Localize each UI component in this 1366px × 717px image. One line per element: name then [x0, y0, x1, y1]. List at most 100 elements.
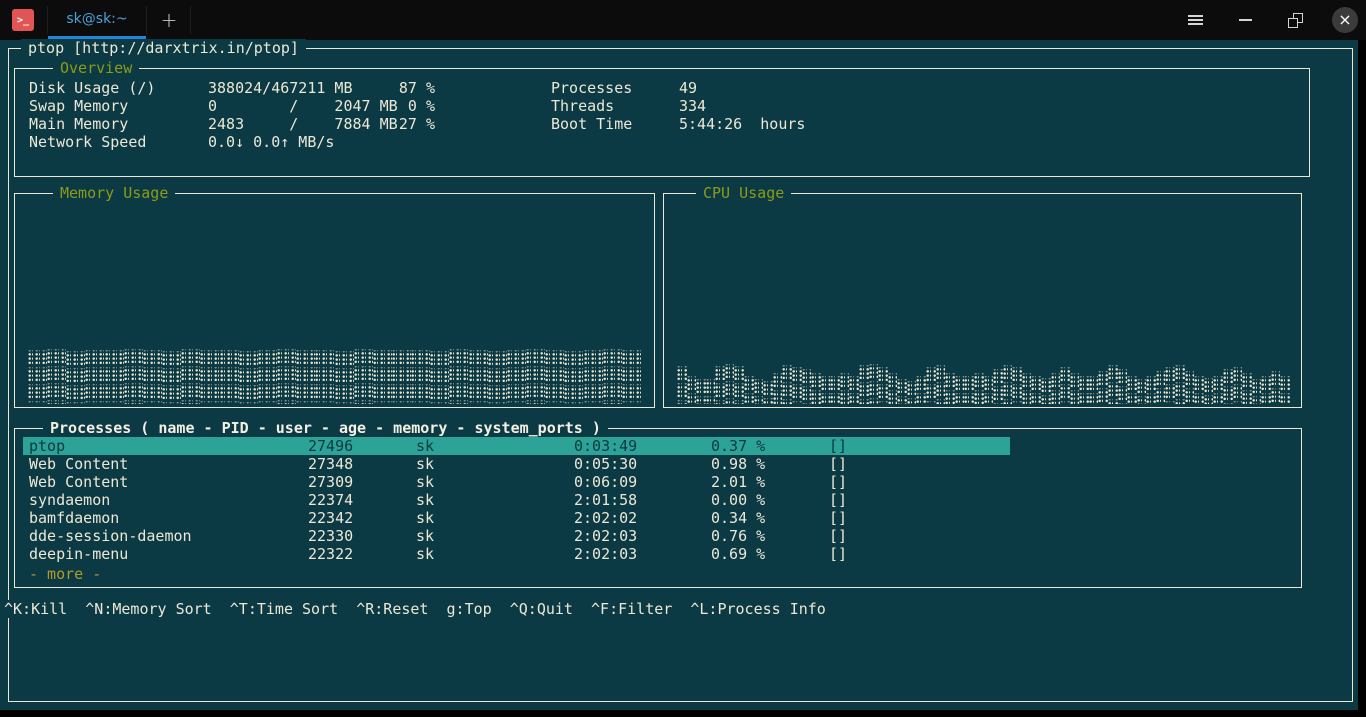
process-row[interactable]: Web Content27348sk0:05:300.98 %[] — [23, 455, 1010, 473]
memory-usage-bar — [526, 347, 545, 404]
process-user: sk — [416, 527, 434, 545]
process-name: dde-session-daemon — [29, 527, 192, 545]
process-row[interactable]: dde-session-daemon22330sk2:02:030.76 %[] — [23, 527, 1010, 545]
cpu-usage-bar — [955, 374, 965, 404]
close-icon[interactable]: × — [1332, 7, 1358, 33]
process-pid: 22322 — [308, 545, 353, 563]
memory-usage-bar — [564, 349, 583, 404]
memory-usage-panel: Memory Usage — [14, 193, 655, 408]
process-pid: 22374 — [308, 491, 353, 509]
cpu-usage-bar — [687, 374, 697, 404]
cpu-usage-bar — [1185, 369, 1195, 404]
metric-value: 49 — [679, 79, 697, 97]
cpu-usage-bar — [1156, 369, 1166, 404]
cpu-usage-bar — [1041, 376, 1051, 404]
shortcut-hint: g:Top — [447, 600, 492, 618]
process-ports: [] — [829, 509, 847, 527]
metric-value: 334 — [679, 97, 706, 115]
cpu-usage-bar — [734, 364, 744, 404]
cpu-usage-bar — [1022, 371, 1032, 404]
terminal-tab[interactable]: sk@sk:~ — [48, 0, 146, 40]
cpu-usage-bar — [1098, 369, 1108, 404]
cpu-usage-bar — [773, 371, 783, 404]
process-row[interactable]: Web Content27309sk0:06:092.01 %[] — [23, 473, 1010, 491]
process-age: 2:01:58 — [574, 491, 637, 509]
cpu-usage-bar — [869, 362, 879, 404]
cpu-usage-panel: CPU Usage — [663, 193, 1302, 408]
process-user: sk — [416, 509, 434, 527]
process-row[interactable]: deepin-menu22322sk2:02:030.69 %[] — [23, 545, 1010, 563]
minimize-icon[interactable] — [1232, 7, 1258, 33]
memory-usage-bar — [220, 348, 239, 404]
cpu-usage-bar — [849, 374, 859, 404]
cpu-usage-bar — [1223, 367, 1233, 404]
cpu-usage-bar — [1261, 374, 1271, 404]
memory-usage-bar — [622, 348, 641, 404]
metric-label: Threads — [551, 97, 614, 115]
cpu-usage-bar — [706, 377, 716, 404]
process-memory: 0.37 % — [711, 437, 765, 455]
maximize-icon[interactable] — [1282, 7, 1308, 33]
new-tab-button[interactable]: + — [156, 7, 182, 33]
cpu-usage-bar — [1137, 377, 1147, 404]
memory-usage-bar — [315, 348, 334, 404]
shortcut-hint: ^N:Memory Sort — [85, 600, 211, 618]
process-row[interactable]: bamfdaemon22342sk2:02:020.34 %[] — [23, 509, 1010, 527]
memory-usage-bar — [85, 348, 104, 404]
process-name: ptop — [29, 437, 65, 455]
processes-panel: Processes ( name - PID - user - age - me… — [14, 428, 1302, 588]
metric-value: 5:44:26 hours — [679, 115, 805, 133]
process-age: 0:06:09 — [574, 473, 637, 491]
overview-row: Processes49 — [15, 79, 1309, 97]
process-user: sk — [416, 455, 434, 473]
memory-usage-bar — [200, 348, 219, 404]
memory-usage-bar — [143, 348, 162, 404]
ptop-frame-title: ptop [http://darxtrix.in/ptop] — [21, 39, 306, 57]
cpu-usage-bar — [821, 374, 831, 404]
memory-usage-bar — [373, 348, 392, 404]
metric-label: Network Speed — [29, 133, 146, 151]
shortcut-hint: ^L:Process Info — [690, 600, 825, 618]
process-age: 2:02:02 — [574, 509, 637, 527]
shortcut-hint: ^T:Time Sort — [230, 600, 338, 618]
cpu-usage-bar — [926, 365, 936, 404]
cpu-usage-bar — [907, 379, 917, 404]
process-user: sk — [416, 545, 434, 563]
menu-icon[interactable] — [1182, 7, 1208, 33]
process-memory: 0.76 % — [711, 527, 765, 545]
memory-usage-bar — [335, 349, 354, 404]
process-ports: [] — [829, 455, 847, 473]
cpu-usage-bar — [916, 374, 926, 404]
cpu-usage-bar — [725, 362, 735, 404]
overview-row: Threads 334 — [15, 97, 1309, 115]
cpu-usage-bar — [993, 367, 1003, 404]
tab-title: sk@sk:~ — [48, 0, 146, 38]
process-user: sk — [416, 491, 434, 509]
cpu-usage-bar — [1051, 371, 1061, 404]
cpu-usage-bar — [974, 371, 984, 404]
process-name: bamfdaemon — [29, 509, 119, 527]
process-pid: 27496 — [308, 437, 353, 455]
terminal-screen[interactable]: ptop [http://darxtrix.in/ptop] Overview … — [0, 40, 1358, 710]
memory-usage-bar — [584, 348, 603, 404]
memory-usage-bar — [239, 349, 258, 404]
cpu-usage-bar — [696, 377, 706, 404]
cpu-usage-bar — [1127, 374, 1137, 404]
memory-usage-bar — [124, 347, 143, 404]
memory-usage-bar — [545, 348, 564, 404]
cpu-usage-bar — [1070, 371, 1080, 404]
process-age: 0:03:49 — [574, 437, 637, 455]
shortcut-hint: ^Q:Quit — [510, 600, 573, 618]
cpu-usage-bar — [964, 374, 974, 404]
cpu-usage-bar — [811, 371, 821, 404]
cpu-usage-bar — [782, 363, 792, 404]
process-row[interactable]: ptop27496sk0:03:490.37 %[] — [23, 437, 1010, 455]
more-indicator[interactable]: - more - — [29, 565, 101, 583]
cpu-usage-bar — [744, 374, 754, 404]
metric-label: Boot Time — [551, 115, 632, 133]
process-memory: 0.69 % — [711, 545, 765, 563]
process-ports: [] — [829, 527, 847, 545]
process-row[interactable]: syndaemon22374sk2:01:580.00 %[] — [23, 491, 1010, 509]
process-ports: [] — [829, 437, 847, 455]
overview-row: Boot Time 5:44:26 hours — [15, 115, 1309, 133]
